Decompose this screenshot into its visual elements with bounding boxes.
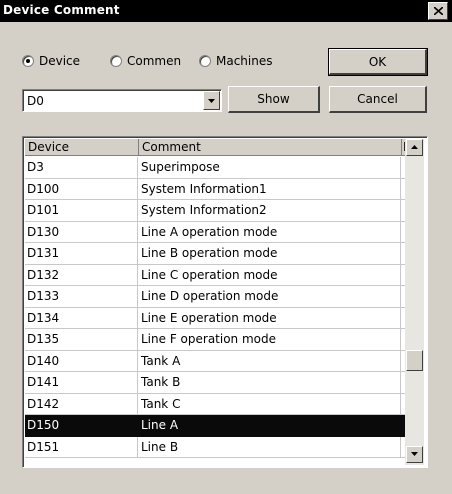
radio-machines[interactable]: Machines [199,53,272,69]
cell-device: D131 [25,243,138,264]
cell-comment: Line E operation mode [139,307,401,328]
table-row[interactable]: D131 Line B operation mode [25,243,405,265]
table-row[interactable]: D135 Line F operation mode [25,329,405,351]
list-header: Device Comment M [25,139,408,156]
radio-selected-dot [26,59,30,63]
show-button[interactable]: Show [228,86,320,113]
cell-comment: Line A operation mode [139,221,401,242]
device-comment-dialog: Device Comment Device Commen Machines OK… [0,0,452,494]
cell-device: D142 [25,393,138,414]
combo-dropdown-button[interactable] [203,91,220,110]
cell-device: D150 [25,415,138,436]
cell-comment: Line A [139,415,401,436]
chevron-down-icon [411,452,418,456]
cell-comment: Line B operation mode [139,243,401,264]
scroll-down-button[interactable] [406,446,423,463]
cell-comment: System Information2 [139,200,401,221]
device-combo[interactable]: D0 [22,89,222,112]
chevron-up-icon [411,145,418,149]
cell-device: D101 [25,200,138,221]
cell-comment: Tank B [139,372,401,393]
cell-comment: Line B [139,436,401,457]
cell-comment: Line F operation mode [139,329,401,350]
scroll-up-button[interactable] [406,139,423,156]
cell-comment: System Information1 [139,178,401,199]
cell-device: D140 [25,350,138,371]
cell-comment: Line C operation mode [139,264,401,285]
column-header-comment[interactable]: Comment [139,139,402,156]
radio-device-circle[interactable] [22,55,34,67]
cell-device: D134 [25,307,138,328]
table-row[interactable]: D134 Line E operation mode [25,307,405,329]
window-title: Device Comment [3,3,120,17]
cancel-button-label: Cancel [357,92,398,106]
table-row[interactable]: D101 System Information2 [25,200,405,222]
table-row[interactable]: D140 Tank A [25,350,405,372]
radio-machines-label[interactable]: Machines [216,54,272,68]
table-row[interactable]: D130 Line A operation mode [25,221,405,243]
cell-comment: Line D operation mode [139,286,401,307]
radio-comment-label[interactable]: Commen [127,54,181,68]
ok-button-label: OK [368,55,387,69]
ok-button[interactable]: OK [328,48,428,76]
cell-comment: Tank A [139,350,401,371]
column-header-device[interactable]: Device [25,139,139,156]
table-row[interactable]: D100 System Information1 [25,178,405,200]
table-row[interactable]: D133 Line D operation mode [25,286,405,308]
cell-device: D3 [25,157,138,178]
comment-list[interactable]: Device Comment M D3SuperimposeD100System… [22,136,428,468]
table-row[interactable]: D141 Tank B [25,372,405,394]
cell-device: D141 [25,372,138,393]
close-button[interactable] [428,2,448,20]
cell-device: D130 [25,221,138,242]
title-bar[interactable]: Device Comment [0,0,452,22]
scroll-thumb[interactable] [406,350,423,371]
table-row[interactable]: D151 Line B [25,436,405,458]
radio-comment-circle[interactable] [110,55,122,67]
cell-comment: Superimpose [139,157,401,178]
cell-device: D100 [25,178,138,199]
cell-comment: Tank C [139,393,401,414]
radio-device[interactable]: Device [22,53,80,69]
cell-device: D135 [25,329,138,350]
table-row[interactable]: D142 Tank C [25,393,405,415]
cell-device: D132 [25,264,138,285]
show-button-label: Show [257,92,290,106]
cell-device: D151 [25,436,138,457]
list-rows: D3 Superimpose D100 System Information1 D101… [25,157,405,458]
vertical-scrollbar[interactable] [405,139,424,465]
radio-device-label[interactable]: Device [39,54,80,68]
table-row[interactable]: D132 Line C operation mode [25,264,405,286]
table-row[interactable]: D3 Superimpose [25,157,405,179]
radio-machines-circle[interactable] [199,55,211,67]
cancel-button[interactable]: Cancel [329,86,427,113]
close-icon [434,7,443,15]
table-row[interactable]: D150 Line A [25,415,405,437]
chevron-down-icon [208,99,215,103]
cell-device: D133 [25,286,138,307]
radio-comment[interactable]: Commen [110,53,181,69]
device-combo-value: D0 [27,94,44,108]
